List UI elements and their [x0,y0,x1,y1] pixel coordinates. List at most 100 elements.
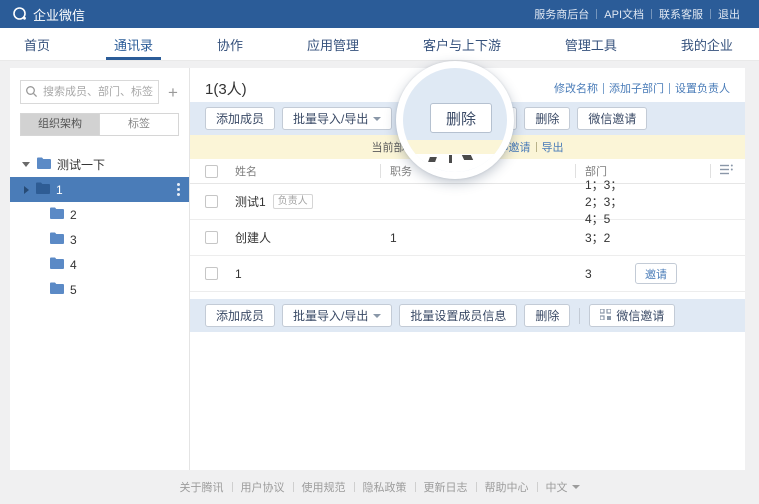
set-manager-link[interactable]: 设置负责人 [675,80,730,96]
wechat-invite-button[interactable]: 微信邀请 [589,304,675,327]
magnified-notice-strip [403,140,507,154]
divider [579,308,580,324]
department-title: 1(3人) [205,78,247,99]
divider [476,482,477,492]
folder-icon [37,157,51,172]
tree-item-dept-2[interactable]: 2 [10,202,189,227]
contact-support-link[interactable]: 联系客服 [652,6,710,22]
batch-import-export-button[interactable]: 批量导入/导出 [282,304,392,327]
folder-icon [50,232,64,247]
divider [536,142,537,152]
tree-item-label: 4 [70,258,77,272]
nav-tab-contacts[interactable]: 通讯录 [110,28,157,60]
folder-icon [50,282,64,297]
provider-console-link[interactable]: 服务商后台 [527,6,596,22]
wechat-invite-button[interactable]: 微信邀请 [577,107,647,130]
column-settings-icon[interactable] [720,164,733,178]
search-input[interactable] [20,80,159,104]
dropdown-caret-icon [373,314,381,318]
tab-labels[interactable]: 标签 [99,114,178,135]
tree-item-dept-1[interactable]: 1 [10,177,189,202]
row-checkbox[interactable] [205,267,218,280]
row-checkbox[interactable] [205,231,218,244]
divider [293,482,294,492]
sidebar: + 组织架构 标签 测试一下 1 [10,68,190,470]
table-row[interactable]: 创建人 1 3；2 [190,220,745,256]
divider [415,482,416,492]
member-table: 姓名 职务 部门 [190,159,745,292]
magnified-background [403,154,507,172]
folder-icon [36,182,50,197]
api-docs-link[interactable]: API文档 [597,6,651,22]
chevron-right-icon[interactable] [24,186,29,194]
add-subdepartment-link[interactable]: 添加子部门 [609,80,664,96]
main-nav: 首页 通讯录 协作 应用管理 客户与上下游 管理工具 我的企业 [0,28,759,61]
tree-item-dept-5[interactable]: 5 [10,277,189,302]
add-member-button[interactable]: 添加成员 [205,304,275,327]
delete-button[interactable]: 删除 [524,107,570,130]
add-department-button[interactable]: + [165,84,181,101]
folder-icon [50,207,64,222]
nav-tab-apps[interactable]: 应用管理 [303,28,363,60]
nav-tab-collaboration[interactable]: 协作 [213,28,247,60]
more-options-icon[interactable] [177,183,180,186]
qr-code-icon [600,309,611,323]
divider [537,482,538,492]
nav-tab-admin-tools[interactable]: 管理工具 [561,28,621,60]
member-name: 测试1 [235,193,266,210]
magnified-text-fragment [462,155,473,160]
divider [354,482,355,492]
batch-import-export-button[interactable]: 批量导入/导出 [282,107,392,130]
sidebar-tabs: 组织架构 标签 [20,113,179,136]
invite-button[interactable]: 邀请 [635,263,677,284]
wechat-work-logo-icon [12,6,28,22]
member-name: 1 [235,267,242,281]
magnifier-lens: 删除 [396,61,514,179]
tree-item-root[interactable]: 测试一下 [10,152,189,177]
help-center-link[interactable]: 帮助中心 [485,479,529,495]
rename-link[interactable]: 修改名称 [554,80,598,96]
member-departments: 3 [575,267,635,281]
tree-item-label: 测试一下 [57,156,105,173]
language-selector[interactable]: 中文 [546,479,580,495]
row-checkbox[interactable] [205,195,218,208]
user-agreement-link[interactable]: 用户协议 [241,479,285,495]
privacy-policy-link[interactable]: 隐私政策 [363,479,407,495]
tree-item-dept-4[interactable]: 4 [10,252,189,277]
app-title: 企业微信 [33,5,85,24]
topbar: 企业微信 服务商后台 API文档 联系客服 退出 [0,0,759,28]
member-departments: 3；2 [575,229,635,246]
table-row[interactable]: 测试1 负责人 1；3；2；3；4；5 [190,184,745,220]
select-all-checkbox[interactable] [205,165,218,178]
tab-org-structure[interactable]: 组织架构 [21,114,99,135]
magnified-text-fragment [449,155,452,163]
app-logo: 企业微信 [12,5,85,24]
batch-set-info-button[interactable]: 批量设置成员信息 [399,304,517,327]
manager-badge: 负责人 [273,194,313,209]
chevron-down-icon[interactable] [22,162,30,167]
tree-item-label: 2 [70,208,77,222]
usage-rules-link[interactable]: 使用规范 [302,479,346,495]
add-member-button[interactable]: 添加成员 [205,107,275,130]
column-header-department: 部门 [575,163,635,179]
nav-tab-customers[interactable]: 客户与上下游 [419,28,505,60]
column-header-name: 姓名 [235,163,380,179]
search-box [20,80,159,104]
nav-tab-home[interactable]: 首页 [20,28,54,60]
divider [232,482,233,492]
magnified-delete-button[interactable]: 删除 [430,103,492,133]
export-link[interactable]: 导出 [542,139,564,155]
nav-tab-my-company[interactable]: 我的企业 [677,28,737,60]
tree-item-dept-3[interactable]: 3 [10,227,189,252]
org-tree: 测试一下 1 2 3 [10,152,189,302]
about-tencent-link[interactable]: 关于腾讯 [180,479,224,495]
table-row[interactable]: 1 3 邀请 [190,256,745,292]
changelog-link[interactable]: 更新日志 [424,479,468,495]
logout-link[interactable]: 退出 [711,6,747,22]
member-departments: 1；3；2；3；4；5 [575,176,635,227]
tree-item-label: 1 [56,183,63,197]
delete-button[interactable]: 删除 [524,304,570,327]
search-icon [25,85,38,101]
content: + 组织架构 标签 测试一下 1 [10,68,745,470]
tree-item-label: 3 [70,233,77,247]
